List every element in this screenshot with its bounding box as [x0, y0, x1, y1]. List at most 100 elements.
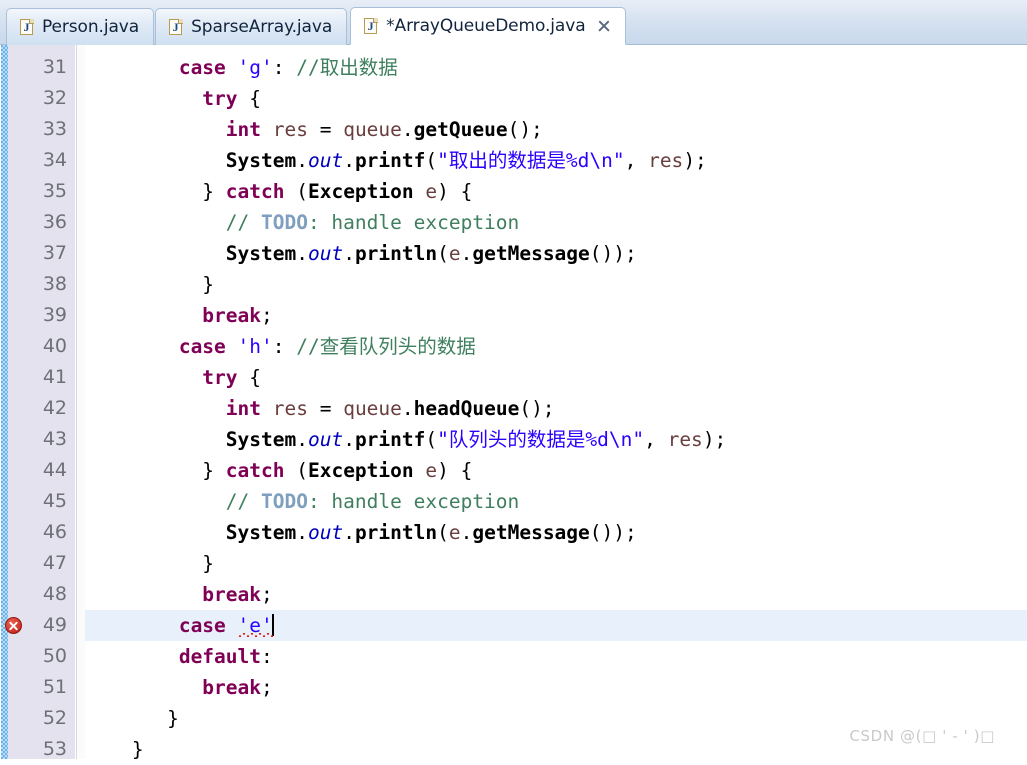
- code-token: ();: [507, 118, 543, 141]
- watermark-text: CSDN @(□ ' - ' )□: [849, 727, 995, 745]
- code-line[interactable]: }: [85, 548, 1027, 579]
- code-token: :: [272, 56, 285, 79]
- code-token: catch: [225, 459, 285, 482]
- code-line[interactable]: break;: [85, 672, 1027, 703]
- close-icon[interactable]: [596, 19, 611, 34]
- code-line[interactable]: } catch (Exception e) {: [85, 176, 1027, 207]
- gutter-edge-divider: [76, 45, 85, 759]
- change-ruler[interactable]: [0, 45, 8, 759]
- code-line[interactable]: System.out.println(e.getMessage());: [85, 517, 1027, 548]
- editor-tab-arrayqueuedemojava[interactable]: J *ArrayQueueDemo.java: [350, 7, 626, 45]
- editor-body: 31 32 33 34 35 36 37 38 39 40 41 42 43 44 45 46 47 48 49 50…: [0, 45, 1027, 760]
- code-line[interactable]: case 'e': [85, 610, 1027, 641]
- change-bar-stripe: [1, 45, 8, 759]
- code-token: queue: [343, 397, 402, 420]
- code-token: }: [131, 738, 144, 759]
- line-number: 52: [42, 707, 67, 729]
- java-file-icon: J: [364, 17, 379, 35]
- line-number: 43: [42, 428, 67, 450]
- code-token: try: [202, 87, 238, 110]
- code-token: case: [178, 335, 226, 358]
- code-token: e: [448, 521, 461, 544]
- code-token: res: [667, 428, 703, 451]
- code-token: =: [307, 118, 344, 141]
- editor-tab-label: SparseArray.java: [191, 17, 333, 37]
- code-token: headQueue: [413, 397, 520, 420]
- code-text-area[interactable]: case 'g': //取出数据 try {int res = queue.get…: [85, 45, 1027, 759]
- code-token: .: [460, 521, 473, 544]
- code-line[interactable]: // TODO: handle exception: [85, 486, 1027, 517]
- code-token: );: [702, 428, 727, 451]
- code-token: e: [425, 459, 438, 482]
- code-token: .: [460, 242, 473, 265]
- code-token: ());: [589, 521, 637, 544]
- code-token: : handle exception: [307, 211, 520, 234]
- error-marker-icon[interactable]: [5, 617, 22, 634]
- code-token: case: [178, 614, 226, 637]
- line-number: 34: [42, 149, 67, 171]
- code-line[interactable]: System.out.printf("取出的数据是%d\n", res);: [85, 145, 1027, 176]
- code-line[interactable]: System.out.printf("队列头的数据是%d\n", res);: [85, 424, 1027, 455]
- code-token: int: [225, 397, 261, 420]
- code-token: .: [296, 149, 308, 172]
- code-token: {: [237, 366, 262, 389]
- code-line[interactable]: } catch (Exception e) {: [85, 455, 1027, 486]
- editor-tab-personjava[interactable]: J Person.java: [6, 8, 155, 45]
- code-token: .: [401, 397, 414, 420]
- code-token: out: [307, 521, 344, 544]
- line-number: 32: [42, 87, 67, 109]
- code-token: }: [202, 180, 226, 203]
- line-number: 47: [42, 552, 67, 574]
- code-token: ;: [261, 304, 273, 327]
- line-number-gutter[interactable]: 31 32 33 34 35 36 37 38 39 40 41 42 43 44 45 46 47 48 49 50…: [8, 45, 76, 760]
- code-token: try: [202, 366, 238, 389]
- code-token: ;: [261, 676, 273, 699]
- code-token: e: [448, 242, 461, 265]
- code-token: .: [401, 118, 414, 141]
- code-line[interactable]: case 'g': //取出数据: [85, 52, 1027, 83]
- code-token: int: [225, 118, 261, 141]
- code-token: //: [225, 490, 261, 513]
- code-token: case: [178, 56, 226, 79]
- line-number: 35: [42, 180, 67, 202]
- code-line[interactable]: int res = queue.getQueue();: [85, 114, 1027, 145]
- code-line[interactable]: }: [85, 269, 1027, 300]
- code-line[interactable]: try {: [85, 83, 1027, 114]
- code-token: 'h': [237, 335, 273, 358]
- code-line[interactable]: try {: [85, 362, 1027, 393]
- code-token: ;: [261, 583, 273, 606]
- code-line[interactable]: default:: [85, 641, 1027, 672]
- code-token: //查看队列头的数据: [296, 335, 476, 358]
- code-token: //: [225, 211, 261, 234]
- code-token: res: [272, 397, 308, 420]
- code-token: }: [202, 459, 226, 482]
- code-line[interactable]: // TODO: handle exception: [85, 207, 1027, 238]
- code-line[interactable]: System.out.println(e.getMessage());: [85, 238, 1027, 269]
- code-token: (: [425, 149, 438, 172]
- code-line[interactable]: case 'h': //查看队列头的数据: [85, 331, 1027, 362]
- code-token: ,: [644, 428, 668, 451]
- editor-tab-sparsearrayjava[interactable]: J SparseArray.java: [155, 8, 348, 45]
- code-line[interactable]: break;: [85, 579, 1027, 610]
- line-number: 36: [42, 211, 67, 233]
- code-token: printf: [354, 428, 426, 451]
- line-number: 33: [42, 118, 67, 140]
- code-token: queue: [343, 118, 402, 141]
- line-number: 37: [42, 242, 67, 264]
- code-token: :: [272, 335, 285, 358]
- code-line[interactable]: break;: [85, 300, 1027, 331]
- code-token: .: [296, 242, 308, 265]
- code-line[interactable]: int res = queue.headQueue();: [85, 393, 1027, 424]
- code-token: {: [237, 87, 262, 110]
- code-token: (: [284, 459, 308, 482]
- editor-tab-bar: J Person.java J SparseArray.java J *ArrayQueu…: [0, 0, 1027, 45]
- line-number: 39: [42, 304, 67, 326]
- code-token: }: [167, 707, 179, 730]
- code-token: 'e': [237, 614, 273, 637]
